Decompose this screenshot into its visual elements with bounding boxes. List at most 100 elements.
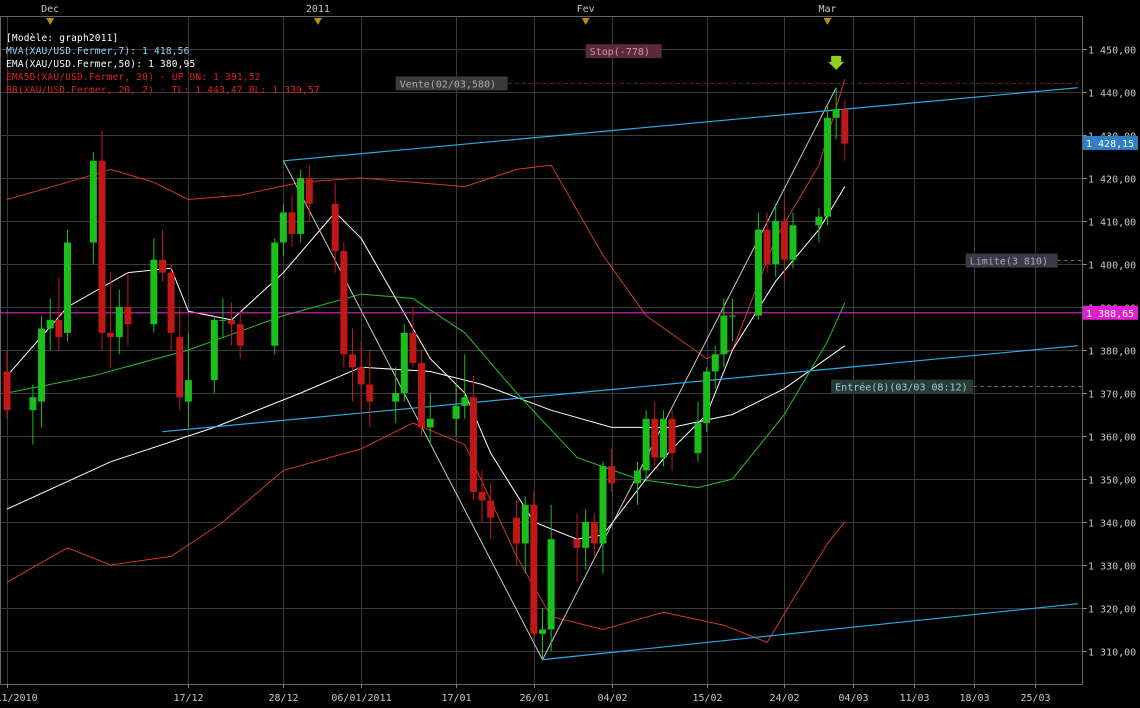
candle-body [469, 397, 477, 492]
candle-body [841, 109, 849, 144]
candle-body [279, 212, 287, 243]
candle-body [772, 221, 780, 264]
legend-ema: EMA(XAU/USD.Fermer,50): 1 380,95 [6, 59, 196, 70]
candle-body [124, 307, 132, 325]
candle-body [729, 315, 737, 317]
candle-body [478, 491, 486, 501]
candle-body [599, 466, 607, 544]
candle-body [150, 259, 158, 325]
candle-body [513, 517, 521, 544]
x-tick-label: 18/03 [959, 693, 989, 704]
candle-body [271, 242, 279, 346]
month-label: Fev [577, 4, 595, 15]
y-tick-label: 1 350,00 [1088, 476, 1136, 487]
chart-background [0, 0, 1140, 708]
candle-body [703, 371, 711, 424]
candle-body [694, 423, 702, 454]
candle-body [210, 319, 218, 381]
candle-body [608, 466, 616, 484]
current-price-tag-label: 1 428,15 [1086, 139, 1134, 150]
candle-body [720, 315, 728, 355]
legend-ema5d: EMA5D(XAU/USD.Fermer, 20) - UP DN: 1 391… [6, 72, 261, 83]
candle-body [487, 500, 495, 518]
candle-body [659, 418, 667, 458]
limite-order-label: Limite(3 810) [970, 257, 1048, 268]
candle-body [29, 397, 37, 411]
x-tick-label: 17/12 [173, 693, 203, 704]
candle-body [815, 216, 823, 226]
magenta-price-tag-label: 1 388,65 [1086, 309, 1134, 320]
x-tick-label: 04/02 [597, 693, 627, 704]
entree-order-label: Entrée(B)(03/03 08:12) [835, 382, 967, 394]
candle-body [55, 319, 63, 338]
candle-body [539, 629, 546, 634]
candle-body [357, 367, 365, 385]
x-tick-label: 15/02 [692, 693, 722, 704]
legend-mva: MVA(XAU/USD.Fermer,7): 1 418,56 [6, 46, 190, 57]
y-tick-label: 1 440,00 [1088, 89, 1136, 100]
candle-body [590, 522, 598, 544]
candle-body [832, 109, 840, 118]
candle-body [297, 178, 305, 234]
candle-body [3, 371, 11, 411]
candle-body [642, 418, 650, 471]
candle-body [89, 160, 97, 243]
candle-body [418, 362, 426, 428]
x-tick-label: 26/01 [519, 693, 549, 704]
price-chart[interactable]: 1 310,00 1 320,00 1 330,00 1 340,00 1 350,00… [0, 0, 1140, 708]
stop-order-label: Stop(-778) [590, 47, 650, 58]
candle-body [634, 470, 642, 484]
candle-body [63, 242, 71, 333]
candle-body [651, 418, 659, 458]
x-tick-label: 25/03 [1020, 693, 1050, 704]
candle-body [331, 203, 339, 252]
x-tick-label: 24/02 [769, 693, 799, 704]
vente-order-label: Vente(02/03,580) [400, 79, 496, 90]
candle-body [547, 539, 555, 630]
candle-body [167, 272, 175, 333]
y-tick-label: 1 400,00 [1088, 261, 1136, 272]
candle-body [236, 324, 244, 346]
candle-body [366, 384, 374, 402]
month-label: Dec [41, 4, 59, 15]
y-tick-label: 1 330,00 [1088, 562, 1136, 573]
candle-body [780, 221, 788, 260]
y-tick-label: 1 360,00 [1088, 433, 1136, 444]
candle-body [176, 337, 184, 398]
candle-body [305, 178, 313, 204]
y-tick-label: 1 370,00 [1088, 390, 1136, 401]
y-tick-label: 1 380,00 [1088, 347, 1136, 358]
month-label: Mar [818, 4, 836, 15]
candle-body [754, 229, 762, 316]
candle-body [219, 319, 227, 321]
candle-body [461, 397, 469, 406]
y-tick-label: 1 410,00 [1088, 218, 1136, 229]
candle-body [582, 522, 590, 548]
x-tick-label: 28/12 [268, 693, 298, 704]
x-tick-label: 11/03 [899, 693, 929, 704]
candle-body [228, 319, 236, 325]
y-tick-label: 1 340,00 [1088, 519, 1136, 530]
candle-body [763, 229, 771, 264]
candle-body [184, 380, 192, 402]
candle-body [452, 405, 460, 419]
candle-body [107, 332, 115, 338]
candle-body [98, 160, 106, 333]
candle-body [340, 251, 348, 355]
candle-body [426, 418, 434, 428]
legend-bb: BB(XAU/USD.Fermer, 20, 2) - TL: 1 443,47… [6, 85, 320, 96]
x-tick-label: 04/03 [838, 693, 868, 704]
candle-body [46, 319, 54, 329]
x-tick-label: 17/01 [441, 693, 471, 704]
candle-body [392, 393, 400, 402]
candle-body [158, 259, 166, 273]
candle-body [711, 354, 719, 372]
x-tick-label: 26/11/2010 [0, 693, 38, 704]
indicator-legend: [Modèle: graph2011] MVA(XAU/USD.Fermer,7… [6, 32, 320, 97]
candle-body [668, 418, 676, 454]
candle-body [789, 225, 797, 260]
x-tick-label: 06/01/2011 [331, 693, 391, 704]
candle-body [824, 117, 832, 217]
candle-body [348, 354, 356, 368]
y-tick-label: 1 420,00 [1088, 175, 1136, 186]
